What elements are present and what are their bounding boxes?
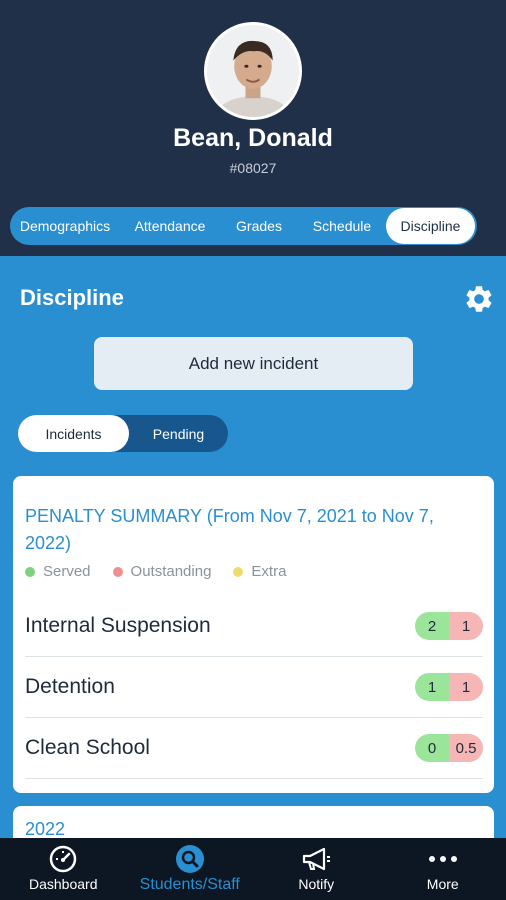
speedometer-icon (48, 844, 78, 874)
penalty-row[interactable]: Detention 1 1 (25, 657, 483, 718)
penalty-row[interactable]: Internal Suspension 2 1 (25, 596, 483, 657)
nav-label: Students/Staff (139, 876, 240, 893)
legend-label: Extra (251, 563, 287, 580)
megaphone-icon (300, 844, 332, 874)
outstanding-dot-icon (112, 566, 123, 577)
penalty-list: Internal Suspension 2 1 Detention 1 1 Cl… (25, 596, 483, 779)
nav-label: Dashboard (29, 876, 98, 892)
year-title: 2022 (25, 819, 66, 839)
legend-item-extra: Extra (233, 563, 286, 580)
penalty-name: Clean School (25, 736, 150, 759)
legend-label: Served (43, 563, 91, 580)
penalty-count-pill: 0 0.5 (415, 734, 483, 762)
penalty-row[interactable]: Clean School 0 0.5 (25, 718, 483, 779)
profile-tabs: Demographics Attendance Grades Schedule … (10, 207, 477, 245)
student-avatar (204, 22, 302, 120)
served-dot-icon (25, 566, 35, 577)
outstanding-count: 1 (449, 612, 483, 640)
add-new-incident-button[interactable]: Add new incident (94, 337, 413, 390)
penalty-summary-card: PENALTY SUMMARY (From Nov 7, 2021 to Nov… (13, 476, 494, 793)
tab-discipline[interactable]: Discipline (386, 208, 475, 244)
tab-schedule[interactable]: Schedule (298, 207, 386, 245)
penalty-name: Internal Suspension (25, 614, 211, 637)
student-photo-icon (207, 25, 299, 117)
penalty-name: Detention (25, 675, 115, 698)
more-dots-icon (427, 844, 459, 874)
legend-label: Outstanding (130, 563, 212, 580)
tab-attendance[interactable]: Attendance (120, 207, 220, 245)
nav-label: More (426, 876, 459, 892)
served-count: 0 (415, 734, 449, 762)
bottom-nav: Dashboard Students/Staff Notify More (0, 838, 506, 900)
student-name: Bean, Donald (173, 124, 333, 152)
extra-dot-icon (233, 566, 244, 577)
search-icon (175, 844, 205, 874)
penalty-count-pill: 1 1 (415, 673, 483, 701)
student-header: Bean, Donald #08027 Demographics Attenda… (0, 0, 506, 256)
nav-more[interactable]: More (380, 838, 506, 900)
incident-filter-toggle: Incidents Pending (18, 415, 228, 452)
penalty-count-pill: 2 1 (415, 612, 483, 640)
outstanding-count: 0.5 (449, 734, 483, 762)
nav-dashboard[interactable]: Dashboard (0, 838, 127, 900)
served-count: 2 (415, 612, 449, 640)
tab-demographics[interactable]: Demographics (10, 207, 120, 245)
penalty-legend: Served Outstanding Extra (25, 563, 308, 580)
nav-students-staff[interactable]: Students/Staff (127, 838, 254, 900)
page-title: Discipline (20, 285, 124, 310)
nav-label: Notify (298, 876, 335, 892)
tab-grades[interactable]: Grades (220, 207, 298, 245)
served-count: 1 (415, 673, 449, 701)
penalty-summary-title: PENALTY SUMMARY (From Nov 7, 2021 to Nov… (25, 506, 434, 553)
segment-pending[interactable]: Pending (129, 415, 228, 452)
student-id: #08027 (229, 160, 277, 176)
legend-item-outstanding: Outstanding (112, 563, 212, 580)
gear-icon[interactable] (463, 283, 495, 315)
segment-incidents[interactable]: Incidents (18, 415, 129, 452)
outstanding-count: 1 (449, 673, 483, 701)
legend-item-served: Served (25, 563, 91, 580)
nav-notify[interactable]: Notify (253, 838, 380, 900)
